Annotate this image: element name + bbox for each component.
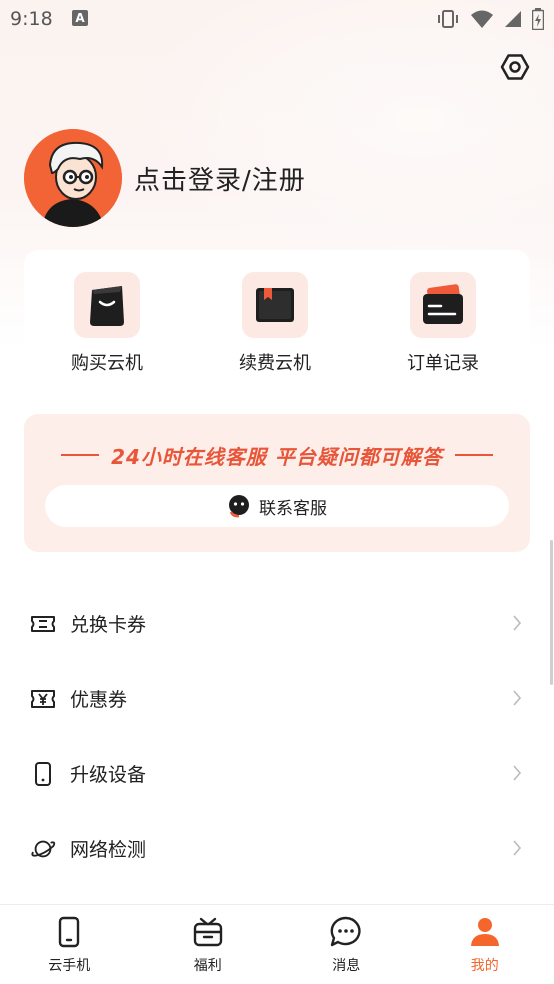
service-banner: 24小时在线客服 平台疑问都可解答 [24,442,530,469]
menu-label: 兑换卡券 [70,614,147,636]
icon-tile [410,272,476,338]
quick-action-label: 订单记录 [407,353,479,374]
order-records-button[interactable]: 订单记录 [388,272,498,375]
settings-button[interactable] [500,52,530,82]
coupon-yen-icon [30,686,56,712]
menu-label: 升级设备 [70,764,147,786]
notification-icon: A [72,10,88,26]
tab-welfare[interactable]: 福利 [139,905,278,984]
status-time: 9:18 [10,8,53,30]
menu-item-upgrade-device[interactable]: 升级设备 [0,736,554,811]
phone-icon [52,915,86,949]
status-bar: 9:18 A [0,0,554,38]
tab-messages[interactable]: 消息 [277,905,416,984]
ticket-icon [30,611,56,637]
customer-service-card: 24小时在线客服 平台疑问都可解答 联系客服 [24,414,530,552]
scrollbar[interactable] [550,540,553,685]
tab-label: 福利 [193,958,222,974]
chevron-right-icon [513,765,522,781]
tab-label: 消息 [332,958,361,974]
order-card-icon [423,284,463,324]
tab-cloud-phone[interactable]: 云手机 [0,905,139,984]
contact-service-button[interactable]: 联系客服 [45,485,509,527]
bottom-tab-bar: 云手机 福利 消息 我的 [0,904,554,984]
menu-item-network-test[interactable]: 网络检测 [0,811,554,886]
chat-bubble-icon [329,915,363,949]
gift-icon [191,915,225,949]
service-bot-icon [229,495,249,518]
quick-action-label: 购买云机 [71,353,143,374]
quick-action-label: 续费云机 [239,353,311,374]
wifi-icon [471,10,493,28]
tab-label: 我的 [470,958,499,974]
user-icon [468,915,502,949]
menu-item-coupons[interactable]: 优惠券 [0,661,554,736]
avatar[interactable] [24,129,122,227]
divider-line [454,454,493,456]
quick-actions-card: 购买云机 续费云机 订单记录 [24,250,530,380]
settings-hexagon-icon [500,54,530,80]
chevron-right-icon [513,840,522,856]
menu-label: 优惠券 [70,689,128,711]
service-title: 24小时在线客服 平台疑问都可解答 [111,444,443,469]
phone-device-icon [30,761,56,787]
signal-icon [505,11,521,27]
icon-tile [74,272,140,338]
battery-icon [532,8,544,30]
system-icons [436,8,544,30]
chevron-right-icon [513,690,522,706]
chevron-right-icon [513,615,522,631]
shopping-bag-icon [90,286,124,326]
renew-book-icon [256,288,294,322]
menu-label: 网络检测 [70,839,147,861]
icon-tile [242,272,308,338]
renew-cloud-phone-button[interactable]: 续费云机 [220,272,330,375]
menu-item-redeem-voucher[interactable]: 兑换卡券 [0,586,554,661]
login-register-link[interactable]: 点击登录/注册 [134,160,306,197]
tab-label: 云手机 [48,958,91,974]
planet-icon [30,836,56,862]
profile-login[interactable]: 点击登录/注册 [24,129,306,227]
tab-mine[interactable]: 我的 [416,905,554,984]
avatar-illustration-icon [24,129,122,227]
divider-line [61,454,100,456]
contact-service-label: 联系客服 [259,498,327,519]
settings-menu: 兑换卡券 优惠券 升级设备 网络检测 [0,586,554,886]
buy-cloud-phone-button[interactable]: 购买云机 [52,272,162,375]
vibrate-icon [438,10,458,28]
